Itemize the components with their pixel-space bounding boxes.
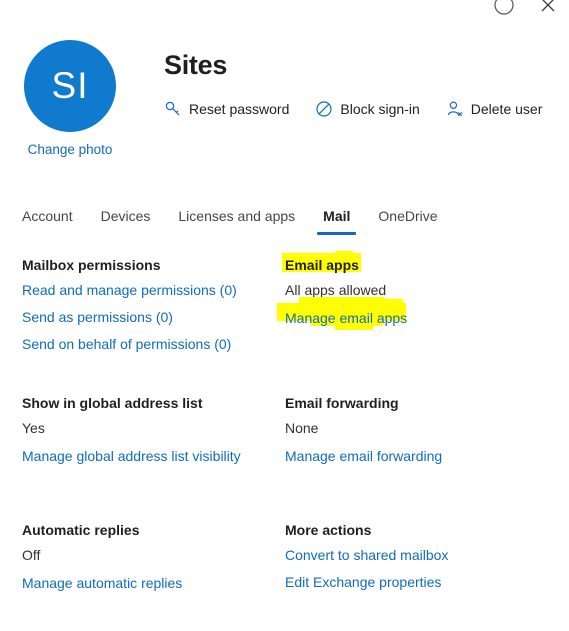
manage-email-apps-highlight: Manage email apps <box>277 297 407 338</box>
block-signin-label: Block sign-in <box>340 101 420 117</box>
automatic-replies-group: Automatic replies Off Manage automatic r… <box>22 523 285 603</box>
circle-icon[interactable] <box>493 0 515 16</box>
manage-email-apps-link[interactable]: Manage email apps <box>285 311 407 325</box>
content-row-3: Automatic replies Off Manage automatic r… <box>22 523 522 631</box>
manage-automatic-replies-link[interactable]: Manage automatic replies <box>22 576 182 590</box>
send-on-behalf-of-permissions-link[interactable]: Send on behalf of permissions (0) <box>22 337 285 351</box>
content-row-2: Show in global address list Yes Manage g… <box>22 396 522 504</box>
reset-password-button[interactable]: Reset password <box>164 100 289 118</box>
avatar-column: SI Change photo <box>22 40 118 157</box>
manage-email-forwarding-link[interactable]: Manage email forwarding <box>285 449 442 463</box>
tab-devices[interactable]: Devices <box>87 208 165 235</box>
email-forwarding-value: None <box>285 420 319 436</box>
global-address-list-group: Show in global address list Yes Manage g… <box>22 396 285 476</box>
tab-mail[interactable]: Mail <box>309 208 364 235</box>
column-left-2: Show in global address list Yes Manage g… <box>22 396 285 504</box>
more-actions-group: More actions Convert to shared mailbox E… <box>285 523 548 589</box>
send-as-permissions-link[interactable]: Send as permissions (0) <box>22 310 285 324</box>
action-bar: Reset password Block sign-in Delete user <box>164 100 542 118</box>
delete-user-label: Delete user <box>470 101 543 117</box>
column-right-3: More actions Convert to shared mailbox E… <box>285 523 548 631</box>
delete-user-icon <box>446 100 464 118</box>
email-forwarding-group: Email forwarding None Manage email forwa… <box>285 396 548 476</box>
email-apps-highlight: Email apps <box>282 251 361 273</box>
avatar: SI <box>24 40 116 132</box>
profile-header: SI Change photo Sites Reset password Blo… <box>22 40 550 157</box>
automatic-replies-value: Off <box>22 547 41 563</box>
tab-bar: Account Devices Licenses and apps Mail O… <box>22 208 452 235</box>
mailbox-permissions-group: Mailbox permissions Read and manage perm… <box>22 258 285 351</box>
manage-email-apps-wrapper: Manage email apps <box>277 297 548 338</box>
page-title: Sites <box>164 50 228 80</box>
global-address-list-title: Show in global address list <box>22 395 203 411</box>
reset-password-label: Reset password <box>189 101 290 117</box>
tab-account[interactable]: Account <box>22 208 87 235</box>
column-left-1: Mailbox permissions Read and manage perm… <box>22 258 285 379</box>
close-icon[interactable] <box>537 0 559 16</box>
content-row-1: Mailbox permissions Read and manage perm… <box>22 251 522 379</box>
mailbox-permissions-title: Mailbox permissions <box>22 257 161 273</box>
window-controls <box>493 0 559 22</box>
read-and-manage-permissions-link[interactable]: Read and manage permissions (0) <box>22 283 285 297</box>
block-signin-button[interactable]: Block sign-in <box>315 100 420 118</box>
more-actions-title: More actions <box>285 522 372 538</box>
email-apps-title: Email apps <box>285 257 359 273</box>
column-right-2: Email forwarding None Manage email forwa… <box>285 396 548 504</box>
global-address-list-value: Yes <box>22 420 45 436</box>
automatic-replies-title: Automatic replies <box>22 522 140 538</box>
highlight-mark <box>373 299 403 307</box>
email-forwarding-title: Email forwarding <box>285 395 399 411</box>
title-column: Sites Reset password Block sign-in Delet… <box>164 40 542 118</box>
block-icon <box>315 100 333 118</box>
tab-licenses-and-apps[interactable]: Licenses and apps <box>164 208 309 235</box>
column-right-1: Email apps All apps allowed Manage email… <box>277 251 548 379</box>
key-icon <box>164 100 182 118</box>
email-apps-title-wrapper: Email apps <box>282 251 548 273</box>
tab-onedrive[interactable]: OneDrive <box>364 208 451 235</box>
manage-global-address-list-link[interactable]: Manage global address list visibility <box>22 449 241 463</box>
delete-user-button[interactable]: Delete user <box>446 100 543 118</box>
edit-exchange-properties-link[interactable]: Edit Exchange properties <box>285 575 548 589</box>
column-left-3: Automatic replies Off Manage automatic r… <box>22 523 285 631</box>
email-apps-value: All apps allowed <box>285 282 387 298</box>
email-apps-group: Email apps All apps allowed Manage email… <box>277 251 548 338</box>
convert-to-shared-mailbox-link[interactable]: Convert to shared mailbox <box>285 548 548 562</box>
change-photo-link[interactable]: Change photo <box>28 142 113 157</box>
mail-tab-content: Mailbox permissions Read and manage perm… <box>22 251 522 631</box>
